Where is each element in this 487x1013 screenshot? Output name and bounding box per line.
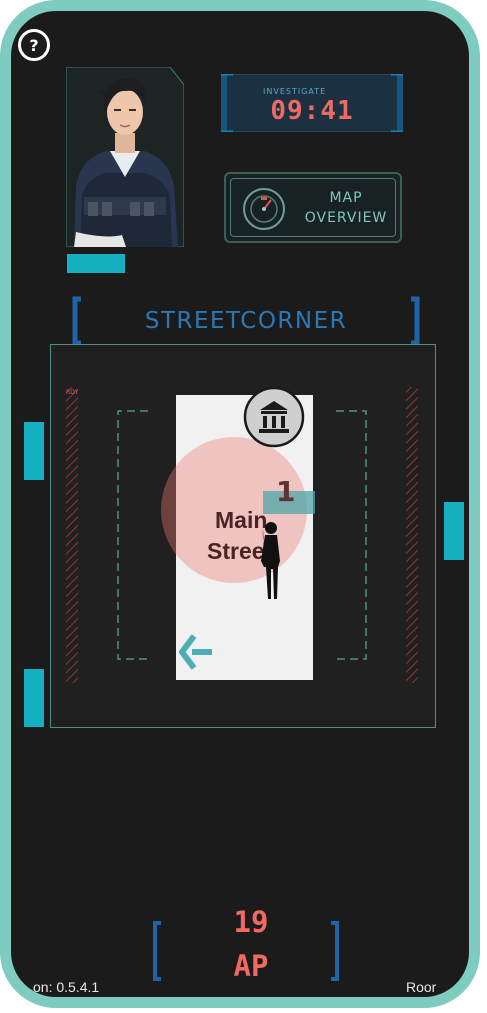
ready-tag: RDY [66, 389, 79, 396]
right-side-tab[interactable] [444, 502, 464, 560]
left-hatch-rail [66, 387, 78, 683]
room-main-street[interactable]: 1 Main Stree [161, 386, 315, 680]
game-screen: ? INVESTIGATE 09:41 MAP OVERVIEW STREETC… [11, 11, 469, 997]
room-label: Roor [406, 979, 437, 995]
right-hatch-rail [406, 387, 418, 683]
occupant-count: 1 [276, 475, 296, 508]
left-side-tab-top[interactable] [24, 422, 44, 480]
ap-unit: AP [233, 949, 269, 983]
person-silhouette-icon[interactable] [258, 521, 284, 603]
museum-icon[interactable] [243, 386, 305, 448]
left-side-tab-bottom[interactable] [24, 669, 44, 727]
action-points: 19 AP [151, 903, 351, 983]
phone-frame: ? INVESTIGATE 09:41 MAP OVERVIEW STREETC… [0, 0, 480, 1008]
room-name-line2: Stree [207, 538, 265, 564]
back-arrow-icon[interactable] [178, 632, 216, 672]
ap-value: 19 [233, 905, 269, 939]
version-label: on: 0.5.4.1 [33, 979, 100, 995]
